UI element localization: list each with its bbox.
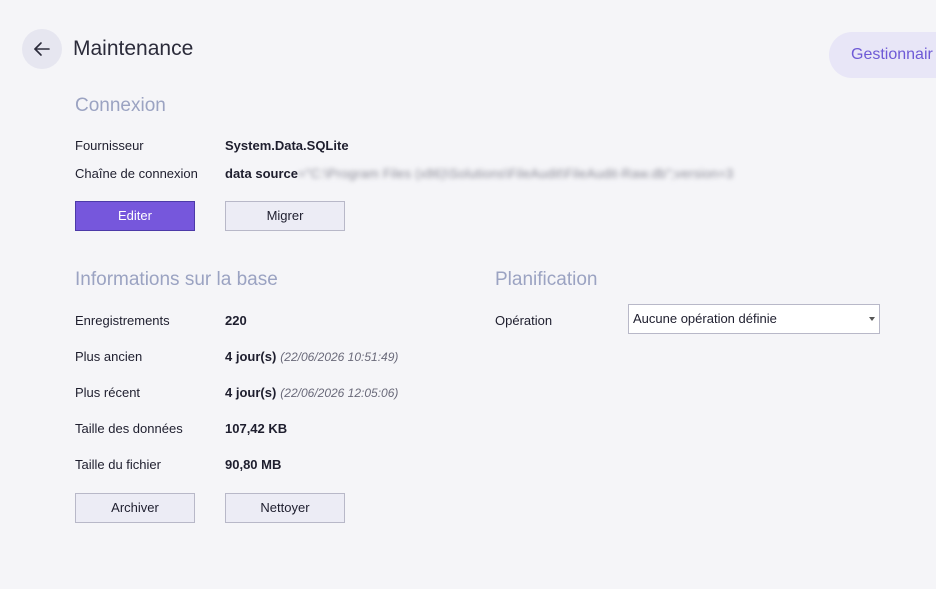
page-title: Maintenance [73,37,194,60]
newest-label: Plus récent [75,385,141,400]
operation-label: Opération [495,313,553,328]
provider-label: Fournisseur [75,138,144,153]
migrate-button[interactable]: Migrer [225,201,345,231]
oldest-label: Plus ancien [75,349,143,364]
newest-date: (22/06/2026 12:05:06) [280,386,399,400]
back-button[interactable] [22,29,62,69]
data-size-label: Taille des données [75,421,183,436]
file-size-label: Taille du fichier [75,457,161,472]
operation-select[interactable]: Aucune opération définie [628,304,880,334]
database-info-section-title: Informations sur la base [75,269,278,290]
file-size-value: 90,80 MB [225,457,282,472]
records-label: Enregistrements [75,313,170,328]
chevron-down-icon [869,317,875,321]
connection-string-value: data source="C:\Program Files (x86)\Solu… [225,166,733,182]
edit-button[interactable]: Editer [75,201,195,231]
oldest-date: (22/06/2026 10:51:49) [280,350,399,364]
connection-string-prefix: data source [225,166,298,181]
data-size-value: 107,42 KB [225,421,288,436]
arrow-left-icon [34,42,50,56]
records-value: 220 [225,313,247,328]
connection-string-label: Chaîne de connexion [75,166,198,181]
planning-section-title: Planification [495,269,598,290]
oldest-age: 4 jour(s) [225,349,277,364]
manager-button[interactable]: Gestionnair [829,32,936,78]
newest-age: 4 jour(s) [225,385,277,400]
operation-selected-value: Aucune opération définie [633,311,777,326]
archive-button[interactable]: Archiver [75,493,195,523]
newest-value: 4 jour(s) (22/06/2026 12:05:06) [225,385,398,401]
oldest-value: 4 jour(s) (22/06/2026 10:51:49) [225,349,398,365]
provider-value: System.Data.SQLite [225,138,349,153]
connection-string-blurred: ="C:\Program Files (x86)\Solutions\FileA… [297,166,734,181]
connexion-section-title: Connexion [75,95,166,116]
clean-button[interactable]: Nettoyer [225,493,345,523]
